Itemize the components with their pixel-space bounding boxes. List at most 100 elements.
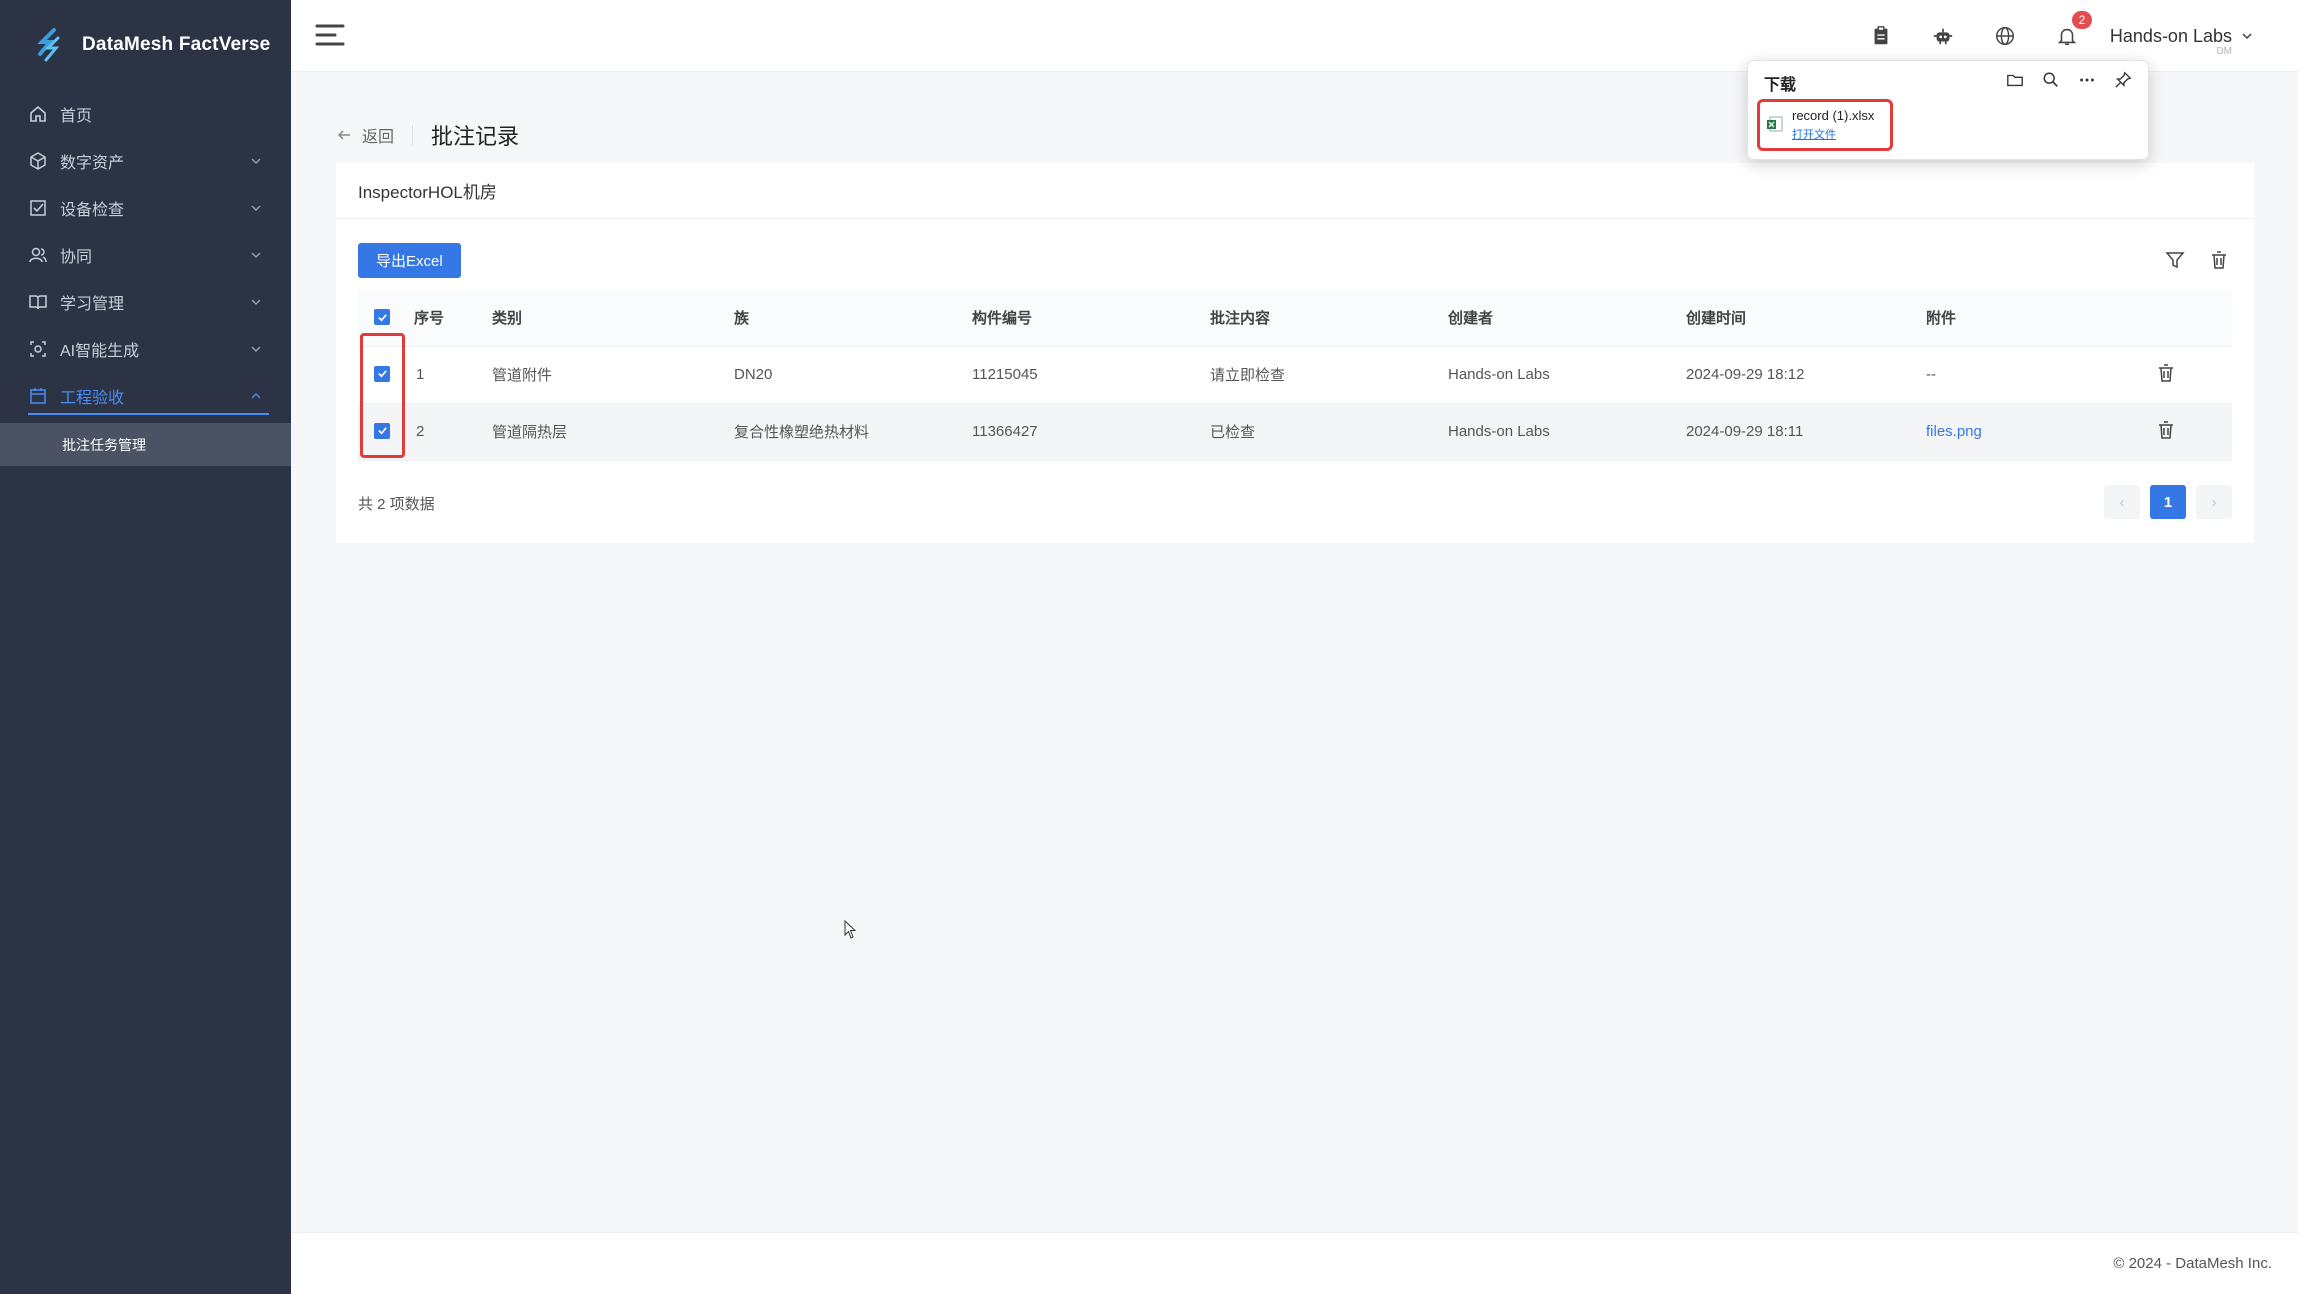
cell-part-no: 11366427: [972, 403, 1210, 461]
page-number-button[interactable]: 1: [2150, 485, 2186, 519]
prev-page-button[interactable]: ‹: [2104, 485, 2140, 519]
annotation-table: 序号 类别 族 构件编号 批注内容 创建者 创建时间 附件 1 管道附件 DN2…: [358, 290, 2232, 461]
pagination: ‹ 1 ›: [2094, 485, 2232, 519]
sidebar-item-label: 工程验收: [60, 389, 125, 407]
column-header: 批注内容: [1210, 290, 1448, 347]
sidebar-item-label: 首页: [60, 107, 93, 125]
column-header: 创建时间: [1686, 290, 1926, 347]
sidebar-item-label: 学习管理: [60, 295, 125, 313]
back-label: 返回: [362, 129, 395, 146]
sidebar-item-engineering-acceptance[interactable]: 工程验收: [0, 372, 291, 419]
attachment-link[interactable]: files.png: [1926, 423, 1982, 440]
checkbox-icon: [28, 198, 48, 218]
cell-no: 1: [414, 346, 492, 404]
more-options-icon[interactable]: [2076, 69, 2098, 91]
cell-attachment: --: [1926, 346, 2156, 404]
sidebar-item-label: 数字资产: [60, 154, 125, 172]
table-row[interactable]: 2 管道隔热层 复合性橡塑绝热材料 11366427 已检查 Hands-on …: [358, 403, 2232, 461]
cell-content: 请立即检查: [1210, 346, 1448, 404]
user-sub-label: DM: [2216, 45, 2232, 57]
total-count: 共 2 项数据: [358, 496, 435, 513]
project-title: InspectorHOL机房: [336, 163, 2254, 219]
search-icon[interactable]: [2040, 69, 2062, 91]
delete-row-icon[interactable]: [2156, 363, 2176, 383]
arrow-left-icon: [336, 127, 352, 143]
column-header: 构件编号: [972, 290, 1210, 347]
user-name: Hands-on Labs: [2109, 25, 2232, 46]
cell-category: 管道隔热层: [492, 403, 734, 461]
sidebar: DataMesh FactVerse 首页 数字资产 设备检查 协同 学习管理: [0, 0, 291, 1294]
download-item[interactable]: record (1).xlsx 打开文件: [1757, 99, 1893, 151]
sidebar-item-learning[interactable]: 学习管理: [0, 278, 291, 325]
calendar-icon: [28, 386, 48, 406]
sidebar-item-digital-assets[interactable]: 数字资产: [0, 137, 291, 184]
mouse-cursor-icon: [844, 920, 857, 939]
robot-icon[interactable]: [1930, 23, 1956, 49]
highlight-box: [360, 333, 405, 458]
back-button[interactable]: 返回: [336, 123, 394, 147]
cell-category: 管道附件: [492, 346, 734, 404]
column-header: 附件: [1926, 290, 2156, 347]
ai-icon: [28, 339, 48, 359]
cell-creator: Hands-on Labs: [1448, 403, 1686, 461]
sidebar-item-collaboration[interactable]: 协同: [0, 231, 291, 278]
filter-icon[interactable]: [2164, 249, 2186, 271]
user-menu[interactable]: Hands-on Labs DM: [2109, 25, 2254, 57]
menu-toggle-icon[interactable]: [315, 22, 345, 48]
cell-creator: Hands-on Labs: [1448, 346, 1686, 404]
chevron-down-icon: [249, 154, 263, 168]
delete-row-icon[interactable]: [2156, 420, 2176, 440]
cell-family: 复合性橡塑绝热材料: [734, 403, 972, 461]
column-header: 类别: [492, 290, 734, 347]
cell-no: 2: [414, 403, 492, 461]
brand[interactable]: DataMesh FactVerse: [0, 0, 291, 90]
book-icon: [28, 292, 48, 312]
divider: [412, 125, 414, 145]
page-header: 返回 批注记录: [336, 120, 519, 150]
annotation-records-card: InspectorHOL机房 导出Excel 序号 类别 族 构件编号 批注内容…: [336, 163, 2254, 543]
next-page-button[interactable]: ›: [2196, 485, 2232, 519]
page-title: 批注记录: [431, 124, 520, 149]
cube-icon: [28, 151, 48, 171]
pin-icon[interactable]: [2112, 69, 2134, 91]
table-row[interactable]: 1 管道附件 DN20 11215045 请立即检查 Hands-on Labs…: [358, 346, 2232, 404]
download-panel-title: 下载: [1764, 77, 1797, 94]
copyright: © 2024 - DataMesh Inc.: [2113, 1255, 2272, 1272]
column-header: 序号: [414, 290, 492, 347]
chevron-down-icon: [249, 201, 263, 215]
chevron-down-icon: [249, 248, 263, 262]
chevron-down-icon: [249, 342, 263, 356]
chevron-down-icon: [249, 295, 263, 309]
select-all-checkbox[interactable]: [374, 309, 390, 325]
sidebar-item-device-inspection[interactable]: 设备检查: [0, 184, 291, 231]
app-name: DataMesh FactVerse: [82, 34, 271, 55]
cell-part-no: 11215045: [972, 346, 1210, 404]
sidebar-item-ai-generation[interactable]: AI智能生成: [0, 325, 291, 372]
sidebar-item-label: 协同: [60, 248, 93, 266]
download-file-name: record (1).xlsx: [1792, 108, 1875, 123]
chevron-down-icon: [2240, 29, 2254, 43]
footer: © 2024 - DataMesh Inc.: [291, 1232, 2298, 1294]
cell-content: 已检查: [1210, 403, 1448, 461]
table-header-row: 序号 类别 族 构件编号 批注内容 创建者 创建时间 附件: [358, 290, 2232, 347]
sidebar-item-label: AI智能生成: [60, 342, 140, 360]
factverse-logo-icon: [37, 28, 60, 62]
excel-file-icon: [1767, 116, 1783, 132]
globe-icon[interactable]: [1992, 23, 2018, 49]
chevron-up-icon: [249, 389, 263, 403]
notification-bell-icon[interactable]: 2: [2054, 11, 2092, 49]
sidebar-item-home[interactable]: 首页: [0, 90, 291, 137]
folder-icon[interactable]: [2004, 69, 2026, 91]
sidebar-subitem-annotation-tasks[interactable]: 批注任务管理: [0, 423, 291, 466]
open-file-link[interactable]: 打开文件: [1792, 126, 1836, 142]
notification-badge: 2: [2071, 11, 2092, 29]
sidebar-item-label: 设备检查: [60, 201, 125, 219]
clipboard-icon[interactable]: [1868, 23, 1894, 49]
column-header-actions: [2156, 290, 2232, 347]
trash-icon[interactable]: [2208, 249, 2230, 271]
cell-family: DN20: [734, 346, 972, 404]
column-header: 族: [734, 290, 972, 347]
cell-time: 2024-09-29 18:12: [1686, 346, 1926, 404]
column-header: 创建者: [1448, 290, 1686, 347]
export-excel-button[interactable]: 导出Excel: [358, 243, 461, 278]
